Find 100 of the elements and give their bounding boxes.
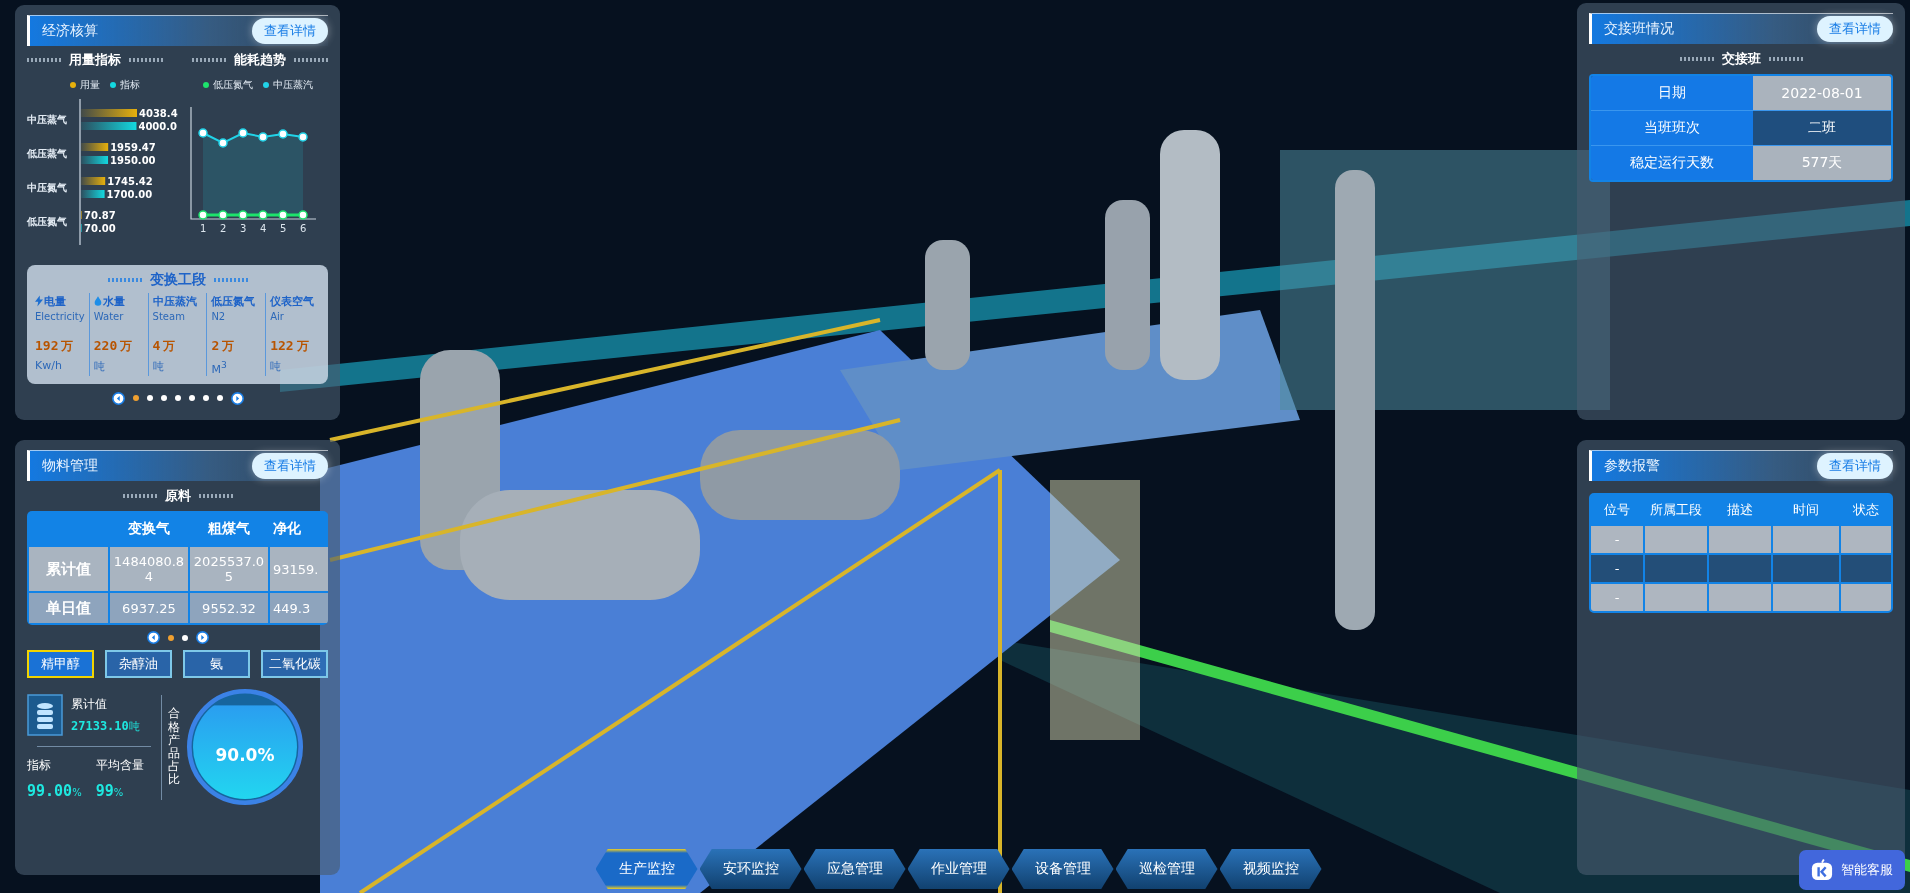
page-dot[interactable]	[167, 634, 174, 641]
row-header: 单日值	[29, 593, 108, 623]
legend-label: 中压蒸汽	[273, 78, 313, 92]
value-label: 1959.47	[110, 142, 156, 153]
row-header: 当班班次	[1591, 111, 1753, 145]
stat-label: 指标	[27, 757, 52, 774]
metric-name: 电量	[44, 293, 66, 309]
stat-unit: %	[113, 787, 124, 798]
stat-value: 99.00	[27, 782, 73, 800]
value-label: 4038.4	[139, 108, 178, 119]
stat-label: 平均含量	[95, 757, 144, 774]
metric-unit: M$^{3}$	[211, 359, 228, 376]
table-cell	[1841, 555, 1891, 582]
column-header: 描述	[1726, 500, 1754, 519]
axis-label: 2	[220, 223, 227, 234]
table-cell	[1773, 555, 1839, 582]
data-point	[278, 129, 288, 139]
next-icon[interactable]	[230, 391, 244, 405]
table-cell: -	[1591, 526, 1643, 553]
previous-icon[interactable]	[146, 631, 160, 644]
details-button[interactable]: 查看详情	[252, 453, 328, 479]
page-dot[interactable]	[188, 395, 195, 402]
column-header: 所属工段	[1649, 500, 1703, 519]
panel-title: 参数报警	[1604, 457, 1660, 475]
category-label: 低压蒸气	[27, 148, 67, 159]
metric-unit: 吨	[270, 359, 283, 374]
column-header: 时间	[1792, 500, 1820, 519]
data-point	[298, 210, 308, 220]
section-title: 原料	[164, 487, 191, 505]
table-cell	[1645, 584, 1707, 611]
metric-english-name: Steam	[152, 311, 186, 322]
metric-unit: 万	[163, 338, 176, 355]
category-label: 中压蒸气	[27, 114, 67, 125]
panel-title: 交接班情况	[1604, 20, 1674, 38]
metric-unit: 吨	[152, 359, 165, 374]
value-label: 70.87	[84, 210, 116, 221]
metric-name: 水量	[102, 293, 125, 309]
page-dot[interactable]	[216, 395, 223, 402]
metric-unit: 吨	[93, 359, 106, 374]
row-header: 稳定运行天数	[1591, 146, 1753, 180]
value-label: 4000.0	[138, 121, 178, 132]
details-button[interactable]: 查看详情	[1817, 453, 1893, 479]
details-button[interactable]: 查看详情	[252, 18, 328, 44]
table-cell: 1484080.84	[110, 547, 188, 591]
legend-label: 指标	[119, 78, 140, 92]
bar	[81, 177, 106, 185]
product-tab[interactable]: 氨	[183, 650, 250, 678]
row-header: 日期	[1591, 76, 1753, 110]
row-header: 累计值	[29, 547, 108, 591]
table-cell: 449.3	[270, 593, 328, 623]
stat-value: 99	[95, 782, 114, 800]
gauge-label: 合格产品占比	[168, 707, 180, 787]
legend-label: 低压氮气	[213, 78, 253, 92]
database-icon	[27, 694, 63, 736]
table-cell	[1645, 555, 1707, 582]
assistant-button[interactable]: 智能客服	[1799, 850, 1905, 890]
next-icon[interactable]	[195, 631, 209, 644]
legend-label: 用量	[79, 78, 100, 92]
page-dot[interactable]	[202, 395, 209, 402]
metric-english-name: Air	[270, 311, 285, 322]
metric-english-name: N2	[211, 311, 227, 322]
section-title: 能耗趋势	[234, 51, 286, 69]
data-point	[238, 128, 248, 138]
table-cell	[1709, 555, 1771, 582]
page-dot[interactable]	[181, 634, 188, 641]
table-cell	[1709, 584, 1771, 611]
total-value: 27133.10	[71, 719, 129, 733]
table-cell: 9552.32	[190, 593, 268, 623]
section-title: 变换工段	[149, 271, 206, 289]
product-tab[interactable]: 二氧化碳	[261, 650, 328, 678]
metric-value: 192	[35, 338, 59, 353]
panel-title: 物料管理	[42, 457, 98, 475]
page-dot[interactable]	[160, 395, 167, 402]
metric-value: 220	[93, 338, 118, 353]
table-cell	[1773, 526, 1839, 553]
data-point	[218, 210, 228, 220]
table-cell	[1645, 526, 1707, 553]
product-tab[interactable]: 杂醇油	[105, 650, 172, 678]
data-point	[238, 210, 248, 220]
metric-value: 122	[270, 338, 294, 353]
metric-value: 2	[211, 338, 220, 353]
page-dot[interactable]	[132, 395, 139, 402]
details-button[interactable]: 查看详情	[1817, 16, 1893, 42]
table-cell: -	[1591, 555, 1643, 582]
table-cell: 2022-08-01	[1753, 76, 1891, 110]
previous-icon[interactable]	[111, 391, 125, 405]
table-cell: 6937.25	[110, 593, 188, 623]
total-unit: 吨	[128, 719, 140, 734]
table-cell: 二班	[1753, 111, 1891, 145]
product-tab[interactable]: 精甲醇	[27, 650, 94, 678]
total-label: 累计值	[71, 696, 108, 713]
metric-name: 低压氮气	[211, 293, 256, 309]
table-cell	[1841, 584, 1891, 611]
metric-name: 仪表空气	[270, 293, 315, 309]
page-dot[interactable]	[146, 395, 153, 402]
bar	[81, 156, 109, 164]
page-dot[interactable]	[174, 395, 181, 402]
category-label: 低压氮气	[27, 216, 67, 227]
axis-label: 5	[280, 223, 287, 234]
metric-unit: 万	[120, 338, 133, 355]
